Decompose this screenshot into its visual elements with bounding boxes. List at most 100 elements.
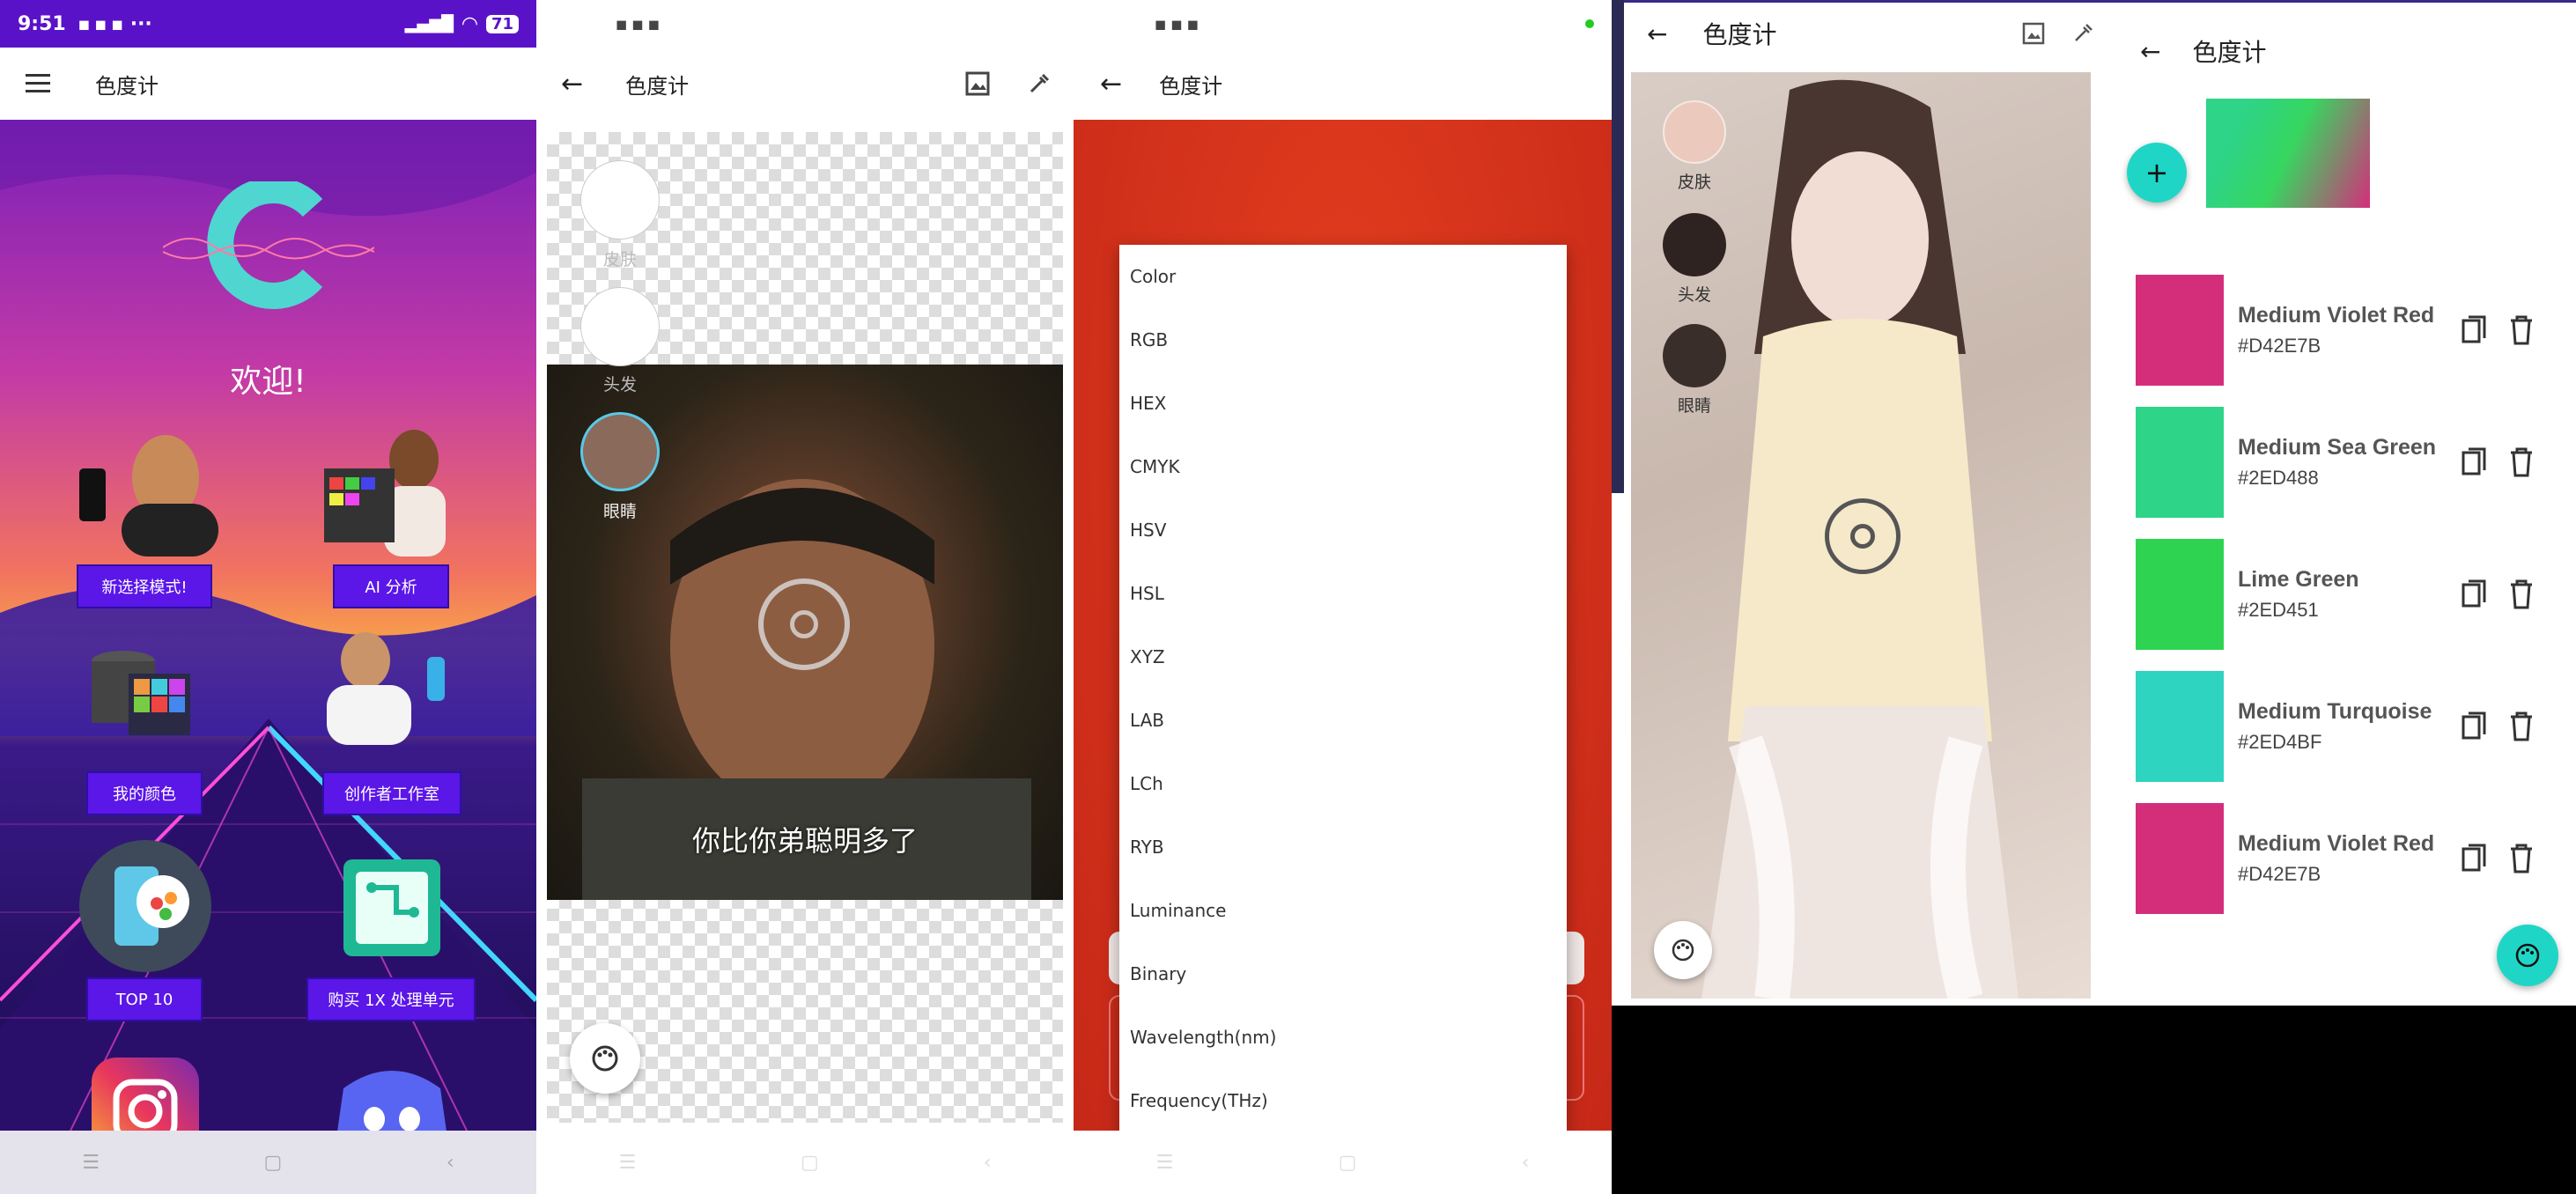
page-title: 色度计 [625, 73, 690, 99]
color-picker-target[interactable] [758, 579, 850, 670]
recording-dot-icon [1585, 19, 1594, 28]
picker-two-app-bar: ← 色度计 [1612, 5, 2105, 62]
selection-mode-image[interactable] [69, 424, 236, 556]
home-screen: 9:51 ◼ ◼ ◼ ··· ▂▄▆█ ◠ 71 色度计 欢迎! 新选择模式! … [0, 0, 536, 1194]
wifi-icon: ◠ [462, 12, 477, 35]
format-option-cmyk[interactable]: CMYK [1119, 435, 1567, 498]
palette-fab[interactable] [1654, 921, 1712, 979]
format-option-frequency[interactable]: Frequency(THz) [1119, 1069, 1567, 1132]
hair-swatch[interactable] [1663, 213, 1726, 276]
format-option-hex[interactable]: HEX [1119, 372, 1567, 435]
recent-apps-icon[interactable]: ☰ [618, 1152, 636, 1174]
eyes-swatch[interactable] [1663, 324, 1726, 387]
back-arrow-icon[interactable]: ← [1100, 69, 1122, 100]
status-bar-two: ◼ ◼ ◼ [536, 0, 1074, 48]
format-option-lch[interactable]: LCh [1119, 752, 1567, 815]
format-option-wavelength[interactable]: Wavelength(nm) [1119, 1006, 1567, 1069]
delete-icon[interactable] [2509, 447, 2534, 477]
back-nav-icon[interactable]: ‹ [984, 1152, 992, 1174]
format-option-color[interactable]: Color [1119, 245, 1567, 308]
skin-swatch[interactable] [1663, 100, 1726, 164]
picker-app-bar: ← 色度计 [536, 48, 1074, 120]
format-option-rgb[interactable]: RGB [1119, 308, 1567, 372]
format-option-binary[interactable]: Binary [1119, 942, 1567, 1006]
color-name: Medium Violet Red [2238, 303, 2435, 328]
color-hex: #2ED451 [2238, 599, 2319, 621]
format-option-hsl[interactable]: HSL [1119, 562, 1567, 625]
format-option-lab[interactable]: LAB [1119, 689, 1567, 752]
nav-bar: ☰ ▢ ‹ [536, 1131, 1074, 1194]
back-nav-icon[interactable]: ‹ [1522, 1152, 1530, 1174]
status-bar-three: ◼ ◼ ◼ [1074, 0, 1612, 48]
recent-apps-icon[interactable]: ☰ [82, 1152, 100, 1174]
copy-icon[interactable] [2462, 711, 2488, 741]
palette-icon [592, 1045, 618, 1072]
color-chip [2136, 671, 2224, 782]
delete-icon[interactable] [2509, 315, 2534, 345]
format-option-xyz[interactable]: XYZ [1119, 625, 1567, 689]
page-title: 色度计 [2192, 38, 2267, 67]
status-bar: 9:51 ◼ ◼ ◼ ··· ▂▄▆█ ◠ 71 [0, 0, 536, 48]
gallery-icon[interactable] [963, 69, 993, 99]
gradient-preview [2206, 99, 2370, 208]
recent-apps-icon[interactable]: ☰ [1156, 1152, 1174, 1174]
home-nav-icon[interactable]: ▢ [801, 1152, 819, 1174]
add-color-button[interactable]: + [2127, 143, 2187, 203]
color-row[interactable]: Medium Turquoise #2ED4BF [2136, 671, 2541, 782]
home-nav-icon[interactable]: ▢ [264, 1152, 283, 1174]
color-hex: #D42E7B [2238, 335, 2321, 357]
skin-swatch[interactable] [580, 160, 660, 240]
copy-icon[interactable] [2462, 844, 2488, 873]
format-option-ryb[interactable]: RYB [1119, 815, 1567, 879]
format-option-luminance[interactable]: Luminance [1119, 879, 1567, 942]
copy-icon[interactable] [2462, 315, 2488, 345]
notification-icons: ◼ ◼ ◼ [616, 15, 661, 33]
eyes-swatch[interactable] [580, 412, 660, 491]
color-row[interactable]: Medium Sea Green #2ED488 [2136, 407, 2541, 518]
color-hex: #2ED4BF [2238, 731, 2322, 753]
color-chip [2136, 275, 2224, 386]
hair-swatch[interactable] [580, 287, 660, 366]
format-option-hsv[interactable]: HSV [1119, 498, 1567, 562]
menu-icon[interactable] [25, 70, 51, 97]
top10-button[interactable]: TOP 10 [86, 977, 203, 1021]
discord-icon[interactable] [326, 1053, 458, 1131]
color-chip [2136, 803, 2224, 914]
my-colors-button[interactable]: 我的颜色 [86, 771, 203, 815]
copy-icon[interactable] [2462, 447, 2488, 477]
eyedropper-icon[interactable] [1024, 69, 1054, 99]
color-row[interactable]: Medium Violet Red #D42E7B [2136, 275, 2541, 386]
signal-icon: ▂▄▆█ [404, 14, 454, 33]
palette-fab[interactable] [570, 1023, 640, 1094]
processing-unit-image[interactable] [326, 842, 458, 974]
delete-icon[interactable] [2509, 711, 2534, 741]
my-colors-image[interactable] [88, 644, 194, 741]
eyedropper-icon[interactable] [2071, 22, 2094, 45]
instagram-icon[interactable] [92, 1058, 199, 1131]
buy-processing-unit-button[interactable]: 购买 1X 处理单元 [306, 977, 476, 1021]
creator-studio-button[interactable]: 创作者工作室 [322, 771, 461, 815]
home-nav-icon[interactable]: ▢ [1339, 1152, 1357, 1174]
back-arrow-icon[interactable]: ← [561, 69, 583, 100]
creator-studio-image[interactable] [304, 630, 467, 745]
delete-icon[interactable] [2509, 844, 2534, 873]
top10-image[interactable] [79, 840, 211, 972]
palette-icon [1672, 939, 1694, 962]
format-menu-screen: ◼ ◼ ◼ ← 色度计 Color RGB HEX CMYK HSV HSL X… [1074, 0, 1612, 1194]
color-picker-target[interactable] [1825, 498, 1901, 574]
back-nav-icon[interactable]: ‹ [447, 1152, 454, 1174]
gallery-icon[interactable] [2022, 22, 2045, 45]
ai-analysis-image[interactable] [317, 424, 458, 556]
colors-app-bar: ← 色度计 [2114, 18, 2572, 85]
palette-fab-list[interactable] [2497, 925, 2558, 986]
back-arrow-icon[interactable]: ← [2140, 37, 2160, 66]
ai-analysis-button[interactable]: AI 分析 [333, 564, 449, 608]
color-row[interactable]: Medium Violet Red #D42E7B [2136, 803, 2541, 914]
subtitle-text: 你比你弟聪明多了 [691, 824, 918, 858]
copy-icon[interactable] [2462, 579, 2488, 609]
delete-icon[interactable] [2509, 579, 2534, 609]
app-logo-icon [163, 181, 374, 309]
back-arrow-icon[interactable]: ← [1647, 19, 1667, 48]
color-row[interactable]: Lime Green #2ED451 [2136, 539, 2541, 650]
new-selection-mode-button[interactable]: 新选择模式! [77, 564, 212, 608]
